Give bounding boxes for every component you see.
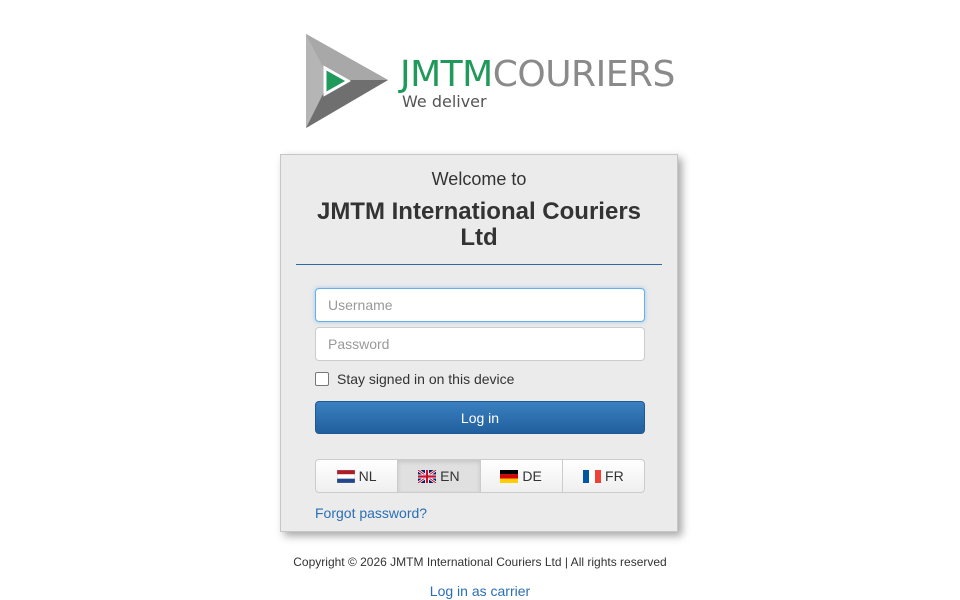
lang-button-fr[interactable]: FR bbox=[561, 459, 645, 493]
username-input[interactable] bbox=[315, 288, 645, 322]
flag-gb-icon bbox=[418, 469, 437, 483]
login-card: Welcome to JMTM International Couriers L… bbox=[280, 154, 678, 532]
carrier-login-link[interactable]: Log in as carrier bbox=[0, 583, 960, 599]
lang-label-en: EN bbox=[440, 468, 460, 484]
stay-signed-in-checkbox[interactable] bbox=[315, 372, 329, 386]
logo-brand: JMTM bbox=[400, 54, 493, 95]
forgot-password-link[interactable]: Forgot password? bbox=[315, 505, 427, 521]
lang-label-nl: NL bbox=[358, 468, 377, 484]
logo-tagline: We deliver bbox=[402, 92, 487, 111]
logo-triangle-icon bbox=[306, 34, 388, 128]
copyright-text: Copyright © 2026 JMTM International Cour… bbox=[293, 555, 667, 569]
company-title: JMTM International Couriers Ltd bbox=[316, 198, 642, 251]
company-logo: JMTMCOURIERS We deliver bbox=[300, 30, 675, 134]
lang-button-de[interactable]: DE bbox=[479, 459, 563, 493]
divider bbox=[296, 264, 662, 265]
flag-nl-icon bbox=[336, 469, 355, 483]
stay-signed-in[interactable]: Stay signed in on this device bbox=[315, 371, 514, 387]
welcome-text: Welcome to bbox=[431, 169, 527, 189]
flag-de-icon bbox=[500, 469, 519, 483]
stay-signed-in-label: Stay signed in on this device bbox=[337, 371, 515, 387]
language-switcher: NL EN DE FR bbox=[315, 459, 645, 493]
lang-label-fr: FR bbox=[605, 468, 624, 484]
login-button[interactable]: Log in bbox=[315, 401, 645, 434]
flag-fr-icon bbox=[583, 469, 602, 483]
password-input[interactable] bbox=[315, 327, 645, 361]
lang-label-de: DE bbox=[522, 468, 542, 484]
logo-rest: COURIERS bbox=[492, 54, 676, 95]
lang-button-nl[interactable]: NL bbox=[315, 459, 399, 493]
lang-button-en[interactable]: EN bbox=[397, 459, 481, 493]
logo-wordmark: JMTMCOURIERS bbox=[400, 54, 675, 95]
